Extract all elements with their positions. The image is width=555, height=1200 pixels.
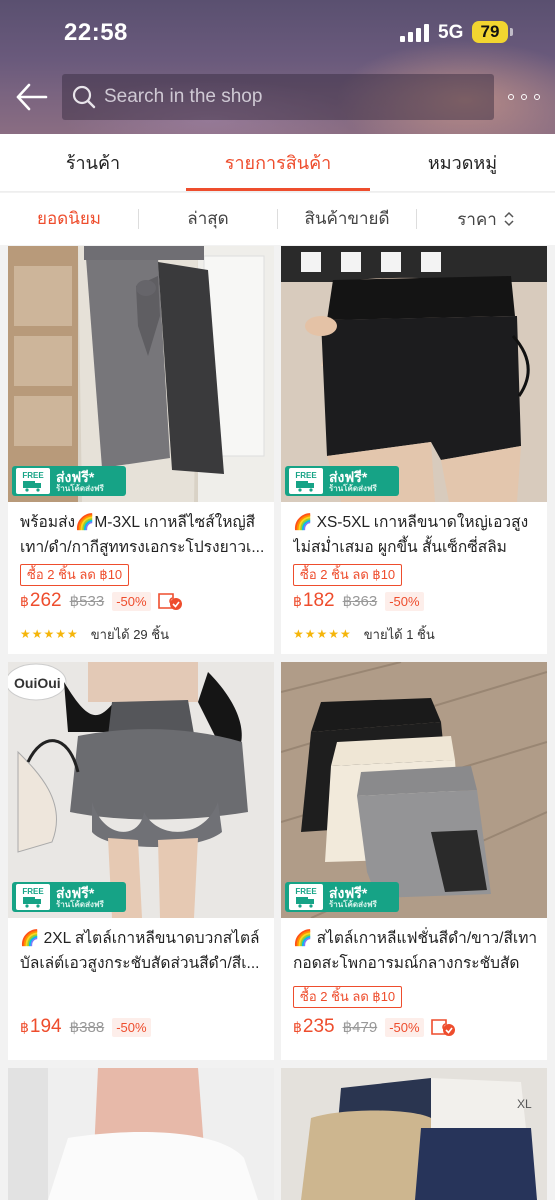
- sort-latest[interactable]: ล่าสุด: [139, 193, 277, 245]
- price: 182: [302, 590, 335, 611]
- price-row: ฿ 194 ฿388 -50%: [20, 1014, 151, 1040]
- product-image[interactable]: FREE ส่งฟรี* ร้านโค้ดส่งฟรี: [281, 246, 547, 502]
- currency-symbol: ฿: [20, 1018, 29, 1035]
- free-shipping-badge: FREE ส่งฟรี* ร้านโค้ดส่งฟรี: [12, 466, 126, 496]
- currency-symbol: ฿: [293, 1018, 302, 1035]
- promo-tag: ซื้อ 2 ชิ้น ลด ฿10: [293, 564, 403, 586]
- price-row: ฿ 262 ฿533 -50%: [20, 588, 183, 614]
- discount-badge: -50%: [385, 1017, 424, 1037]
- original-price: ฿388: [69, 1019, 105, 1036]
- star-rating-icon: ★★★★★: [293, 627, 352, 641]
- product-image[interactable]: [8, 1068, 274, 1200]
- shop-tabs: ร้านค้า รายการสินค้า หมวดหมู่: [0, 134, 555, 192]
- price-row: ฿ 182 ฿363 -50%: [293, 588, 424, 614]
- truck-icon: FREE: [16, 468, 50, 494]
- signal-icon: [400, 24, 430, 42]
- battery-nub: [510, 28, 513, 36]
- free-shipping-badge: FREE ส่งฟรี* ร้านโค้ดส่งฟรี: [285, 882, 399, 912]
- product-card[interactable]: [8, 1068, 274, 1200]
- network-label: 5G: [438, 22, 464, 43]
- product-title: 🌈 สไตล์เกาหลีแฟชั่นสีดำ/ขาว/สีเทากอดสะโพ…: [293, 930, 538, 972]
- discount-badge: -50%: [385, 591, 424, 611]
- promo-tag: ซื้อ 2 ชิ้น ลด ฿10: [293, 986, 403, 1008]
- free-shipping-badge: FREE ส่งฟรี* ร้านโค้ดส่งฟรี: [12, 882, 126, 912]
- product-card[interactable]: FREE ส่งฟรี* ร้านโค้ดส่งฟรี 🌈 สไตล์เกาหลี…: [281, 662, 547, 1060]
- tab-shop[interactable]: ร้านค้า: [0, 134, 186, 192]
- truck-icon: FREE: [289, 884, 323, 910]
- price: 262: [29, 590, 62, 611]
- star-rating-icon: ★★★★★: [20, 627, 79, 641]
- product-title: 🌈 XS-5XL เกาหลีขนาดใหญ่เอวสูงไม่สม่ำเสมอ…: [293, 514, 529, 556]
- price: 194: [29, 1016, 62, 1037]
- product-card[interactable]: OuiOui FREE ส่งฟรี* ร้านโค้ดส่งฟรี 🌈 2XL …: [8, 662, 274, 1060]
- search-input[interactable]: [104, 86, 484, 108]
- search-icon: [64, 74, 104, 120]
- original-price: ฿363: [342, 593, 378, 610]
- currency-symbol: ฿: [293, 592, 302, 609]
- sold-count: ขายได้ 29 ชิ้น: [90, 626, 169, 642]
- original-price: ฿479: [342, 1019, 378, 1036]
- sort-popular[interactable]: ยอดนิยม: [0, 193, 138, 245]
- tab-categories[interactable]: หมวดหมู่: [370, 134, 555, 192]
- back-button[interactable]: [14, 80, 50, 114]
- coupon-icon: [157, 593, 182, 610]
- product-image[interactable]: FREE ส่งฟรี* ร้านโค้ดส่งฟรี: [281, 662, 547, 918]
- rating-row: ★★★★★ ขายได้ 1 ชิ้น: [293, 624, 435, 644]
- tab-products[interactable]: รายการสินค้า: [186, 134, 370, 192]
- currency-symbol: ฿: [20, 592, 29, 609]
- status-time: 22:58: [64, 19, 128, 46]
- product-card[interactable]: XL: [281, 1068, 547, 1200]
- truck-icon: FREE: [16, 884, 50, 910]
- discount-badge: -50%: [112, 591, 151, 611]
- more-options-icon[interactable]: [508, 86, 540, 108]
- sold-count: ขายได้ 1 ชิ้น: [363, 626, 435, 642]
- sort-updown-icon: [504, 211, 514, 227]
- product-title: พร้อมส่ง🌈M-3XL เกาหลีไซส์ใหญ่สีเทา/ดำ/กา…: [20, 514, 265, 556]
- active-tab-indicator: [186, 188, 370, 191]
- product-image[interactable]: OuiOui FREE ส่งฟรี* ร้านโค้ดส่งฟรี: [8, 662, 274, 918]
- svg-text:OuiOui: OuiOui: [14, 675, 61, 691]
- price-row: ฿ 235 ฿479 -50%: [293, 1014, 456, 1040]
- sort-bar: ยอดนิยม ล่าสุด สินค้าขายดี ราคา: [0, 193, 555, 245]
- discount-badge: -50%: [112, 1017, 151, 1037]
- price: 235: [302, 1016, 335, 1037]
- status-bar: 22:58 5G 79: [0, 0, 555, 66]
- search-bar[interactable]: [62, 74, 494, 120]
- product-card[interactable]: FREE ส่งฟรี* ร้านโค้ดส่งฟรี 🌈 XS-5XL เกาห…: [281, 246, 547, 654]
- free-shipping-badge: FREE ส่งฟรี* ร้านโค้ดส่งฟรี: [285, 466, 399, 496]
- sort-top-sales[interactable]: สินค้าขายดี: [278, 193, 416, 245]
- truck-icon: FREE: [289, 468, 323, 494]
- product-title: 🌈 2XL สไตล์เกาหลีขนาดบวกสไตล์บัลเล่ต์เอว…: [20, 930, 260, 972]
- rating-row: ★★★★★ ขายได้ 29 ชิ้น: [20, 624, 169, 644]
- sort-price[interactable]: ราคา: [417, 193, 555, 245]
- sort-price-label: ราคา: [457, 209, 497, 229]
- battery-icon: 79: [472, 21, 508, 43]
- shop-header: 22:58 5G 79: [0, 0, 555, 134]
- svg-text:XL: XL: [517, 1097, 532, 1111]
- product-image[interactable]: FREE ส่งฟรี* ร้านโค้ดส่งฟรี: [8, 246, 274, 502]
- product-image[interactable]: XL: [281, 1068, 547, 1200]
- coupon-icon: [430, 1019, 455, 1036]
- original-price: ฿533: [69, 593, 105, 610]
- promo-tag: ซื้อ 2 ชิ้น ลด ฿10: [20, 564, 130, 586]
- back-arrow-icon: [16, 83, 48, 111]
- product-card[interactable]: FREE ส่งฟรี* ร้านโค้ดส่งฟรี พร้อมส่ง🌈M-3X…: [8, 246, 274, 654]
